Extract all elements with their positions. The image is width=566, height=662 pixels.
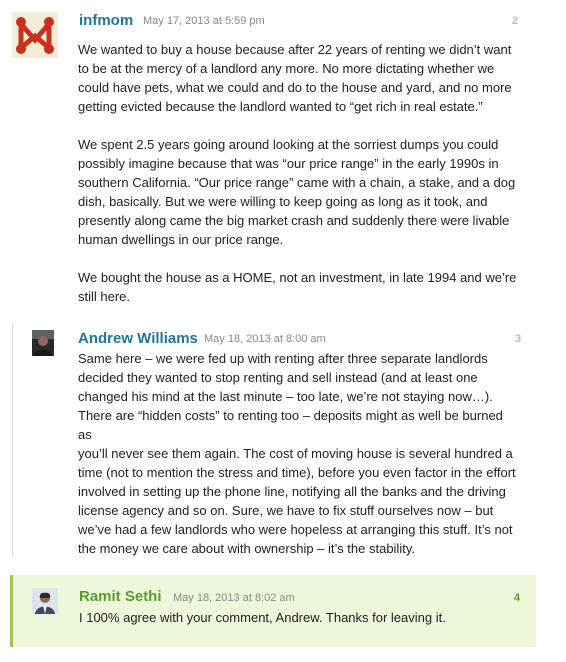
comment-paragraph: We wanted to buy a house because after 2… [78, 42, 512, 114]
comment-infmom: infmom May 17, 2013 at 5:59 pm 2 We want… [0, 0, 566, 318]
comment-body: We wanted to buy a house because after 2… [78, 40, 518, 306]
comment-number: 3 [515, 333, 522, 345]
comment-date-link[interactable]: May 17, 2013 at 5:59 pm [143, 15, 265, 27]
comment-paragraph: We spent 2.5 years going around looking … [78, 137, 516, 247]
comment-ramit-sethi: Ramit Sethi May 18, 2013 at 8:02 am 4 I … [10, 575, 536, 647]
comment-date-link[interactable]: May 18, 2013 at 8:00 am [204, 333, 326, 345]
avatar[interactable] [32, 588, 58, 614]
comment-paragraph: Same here – we were fed up with renting … [78, 351, 516, 556]
comment-author-link[interactable]: infmom [79, 12, 133, 29]
thread-line [12, 322, 13, 558]
comment-paragraph: We bought the house as a HOME, not an in… [78, 270, 517, 304]
comment-body: I 100% agree with your comment, Andrew. … [79, 608, 519, 627]
comment-date-link[interactable]: May 18, 2013 at 8:02 am [173, 592, 295, 604]
comment-author-link[interactable]: Andrew Williams [78, 330, 198, 347]
avatar[interactable] [32, 330, 54, 356]
photo-avatar-icon [32, 330, 54, 356]
comment-number: 4 [514, 592, 521, 604]
avatar[interactable] [12, 12, 58, 58]
red-knot-avatar-icon [12, 12, 58, 58]
photo-avatar-icon [32, 588, 58, 614]
comment-andrew-williams: Andrew Williams May 18, 2013 at 8:00 am … [0, 322, 566, 562]
comment-author-link[interactable]: Ramit Sethi [79, 588, 162, 605]
comment-paragraph: I 100% agree with your comment, Andrew. … [79, 610, 446, 625]
comment-number: 2 [512, 15, 519, 27]
comment-body: Same here – we were fed up with renting … [78, 349, 520, 558]
